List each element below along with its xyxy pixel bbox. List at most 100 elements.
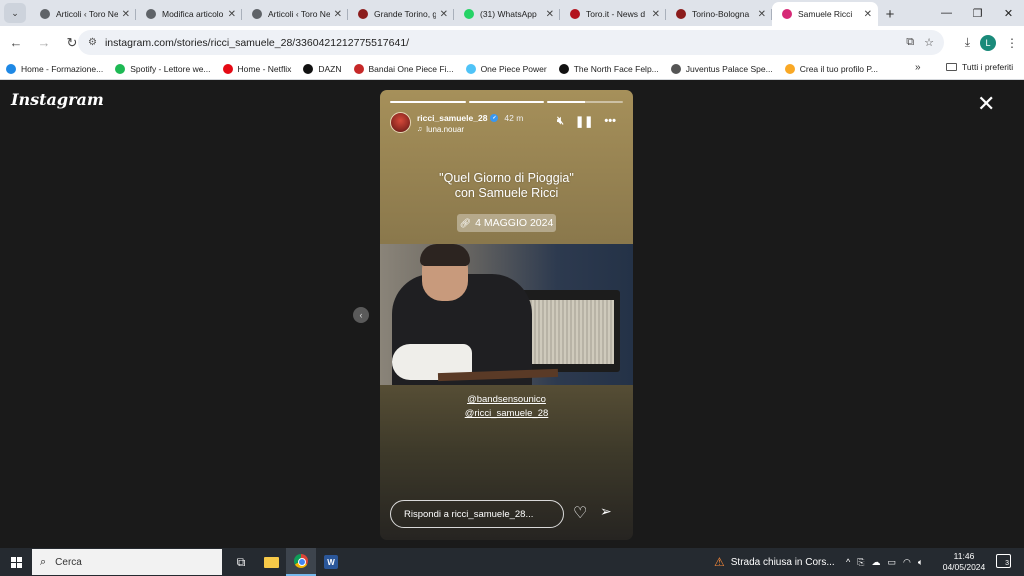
search-icon: ⌕ — [40, 555, 47, 568]
taskbar-clock[interactable]: 11:46 04/05/2024 — [942, 551, 986, 573]
volume-icon[interactable]: 🔈︎ — [918, 557, 923, 568]
muted-speaker-icon[interactable]: 🔇︎ — [557, 115, 564, 128]
browser-tab[interactable]: Samuele Ricci ✕ — [772, 2, 878, 26]
person-hair — [420, 244, 470, 266]
story-reply-input[interactable]: Rispondi a ricci_samuele_28... — [390, 500, 564, 528]
restore-icon[interactable]: ❐ — [962, 0, 993, 26]
date-link-sticker[interactable]: 🔗︎ 4 MAGGIO 2024 — [457, 214, 556, 232]
all-bookmarks-folder[interactable]: Tutti i preferiti — [946, 62, 1013, 72]
bookmark-label: The North Face Felp... — [573, 64, 659, 74]
notification-center-button[interactable]: 3 — [996, 554, 1011, 568]
tab-close-icon[interactable]: ✕ — [864, 9, 872, 20]
back-button[interactable]: ← — [4, 31, 28, 55]
tab-title: (31) WhatsApp — [480, 9, 537, 19]
bookmark-label: Bandai One Piece Fi... — [368, 64, 454, 74]
forward-button[interactable]: → — [32, 31, 56, 55]
battery-icon[interactable]: ▭ — [887, 557, 896, 568]
browser-tab[interactable]: Toro.it - News d ✕ — [560, 2, 666, 26]
tab-close-icon[interactable]: ✕ — [652, 9, 660, 20]
cloud-icon[interactable]: ☁ — [871, 557, 880, 568]
bookmark-item[interactable]: Spotify - Lettore we... — [115, 64, 211, 74]
browser-tab[interactable]: Grande Torino, g ✕ — [348, 2, 454, 26]
tab-title: Articoli ‹ Toro News — [56, 9, 118, 19]
new-tab-button[interactable]: + — [878, 2, 902, 26]
like-heart-icon[interactable]: ♡ — [573, 503, 593, 523]
quote-line-2: con Samuele Ricci — [454, 186, 559, 200]
system-tray: ^ ⎘ ☁ ▭ ◠ 🔈︎ — [846, 548, 923, 576]
tab-close-icon[interactable]: ✕ — [758, 9, 766, 20]
instagram-logo[interactable]: Instagram — [11, 90, 104, 109]
browser-tab[interactable]: Modifica articolo ✕ — [136, 2, 242, 26]
toro-it-icon — [570, 9, 580, 19]
tab-close-icon[interactable]: ✕ — [122, 9, 130, 20]
mention-link[interactable]: @bandsensounico — [380, 393, 633, 407]
bookmark-item[interactable]: Bandai One Piece Fi... — [353, 64, 454, 74]
file-explorer-button[interactable] — [256, 548, 286, 576]
start-button[interactable] — [0, 548, 32, 576]
story-music[interactable]: ♫ luna.nouar — [417, 125, 464, 134]
bookmark-item[interactable]: One Piece Power — [465, 64, 547, 74]
story-time: 42 m — [504, 113, 524, 123]
bookmark-item[interactable]: Juventus Palace Spe... — [670, 64, 773, 74]
bookmark-item[interactable]: DAZN — [303, 64, 342, 74]
globe-icon — [670, 64, 681, 74]
previous-story-button[interactable]: ‹ — [353, 307, 369, 323]
bookmark-item[interactable]: Home - Formazione... — [6, 64, 103, 74]
close-story-button[interactable]: ✕ — [977, 93, 995, 115]
site-info-icon[interactable]: ⚙ — [88, 37, 97, 48]
music-artist: luna.nouar — [426, 125, 465, 134]
address-bar[interactable]: ⚙ instagram.com/stories/ricci_samuele_28… — [78, 30, 944, 55]
tab-close-icon[interactable]: ✕ — [440, 9, 448, 20]
taskbar-search[interactable]: ⌕ Cerca — [32, 549, 222, 575]
notification-count: 3 — [1005, 560, 1009, 567]
wifi-icon[interactable]: ◠ — [903, 557, 911, 568]
bookmark-item[interactable]: Crea il tuo profilo P... — [784, 64, 878, 74]
browser-tab[interactable]: Articoli ‹ Toro News ✕ — [242, 2, 348, 26]
browser-tab[interactable]: (31) WhatsApp ✕ — [454, 2, 560, 26]
clock-time: 11:46 — [953, 551, 975, 561]
chrome-taskbar-button[interactable] — [286, 548, 316, 576]
usb-icon[interactable]: ⎘ — [857, 557, 864, 568]
all-bookmarks-label: Tutti i preferiti — [962, 62, 1014, 72]
pause-icon[interactable]: ❚❚ — [575, 115, 593, 128]
star-icon[interactable]: ☆ — [924, 36, 934, 49]
tab-search-button[interactable]: ⌄ — [4, 3, 26, 23]
link-icon: 🔗︎ — [459, 217, 472, 228]
story-card[interactable]: ricci_samuele_28 ✓ 42 m ♫ luna.nouar 🔇︎ … — [380, 90, 633, 540]
browser-toolbar: ← → ↻ ⚙ instagram.com/stories/ricci_samu… — [0, 26, 1024, 59]
reload-icon: ↻ — [66, 34, 78, 50]
minimize-icon[interactable]: — — [931, 0, 962, 26]
clock-date: 04/05/2024 — [942, 562, 986, 572]
profile-avatar[interactable]: L — [980, 34, 996, 51]
story-avatar[interactable] — [390, 112, 411, 133]
browser-tab[interactable]: Torino-Bologna ✕ — [666, 2, 772, 26]
more-options-icon[interactable]: ••• — [604, 115, 616, 128]
browser-tab[interactable]: Articoli ‹ Toro News ✕ — [30, 2, 136, 26]
bookmark-item[interactable]: Home - Netflix — [222, 64, 291, 74]
story-username[interactable]: ricci_samuele_28 — [417, 113, 487, 123]
bookmarks-overflow-button[interactable]: » — [915, 62, 921, 73]
tab-close-icon[interactable]: ✕ — [334, 9, 342, 20]
download-icon[interactable]: ⤓ — [965, 35, 970, 50]
bookmark-item[interactable]: The North Face Felp... — [558, 64, 659, 74]
bookmark-label: Spotify - Lettore we... — [130, 64, 211, 74]
tab-strip: ⌄ Articoli ‹ Toro News✕Modifica articolo… — [0, 0, 1024, 26]
tab-close-icon[interactable]: ✕ — [546, 9, 554, 20]
globe-icon — [146, 9, 156, 19]
folder-icon — [263, 556, 279, 568]
music-note-icon: ♫ — [417, 126, 423, 133]
menu-dots-icon[interactable]: ⋮ — [1006, 36, 1018, 50]
install-app-icon[interactable]: ⧉ — [906, 36, 914, 49]
northface-icon — [558, 64, 569, 74]
word-taskbar-button[interactable]: W — [316, 548, 346, 576]
task-view-button[interactable]: ⧉ — [226, 548, 256, 576]
tab-title: Articoli ‹ Toro News — [268, 9, 330, 19]
mention-link[interactable]: @ricci_samuele_28 — [380, 407, 633, 421]
news-notification[interactable]: ⚠ Strada chiusa in Cors... — [714, 548, 835, 576]
chevron-up-icon[interactable]: ^ — [846, 557, 850, 567]
close-window-icon[interactable]: ✕ — [993, 0, 1024, 26]
tab-close-icon[interactable]: ✕ — [228, 9, 236, 20]
bandai-icon — [353, 64, 364, 74]
url-text: instagram.com/stories/ricci_samuele_28/3… — [104, 36, 410, 49]
send-share-icon[interactable]: ➢ — [600, 503, 620, 523]
